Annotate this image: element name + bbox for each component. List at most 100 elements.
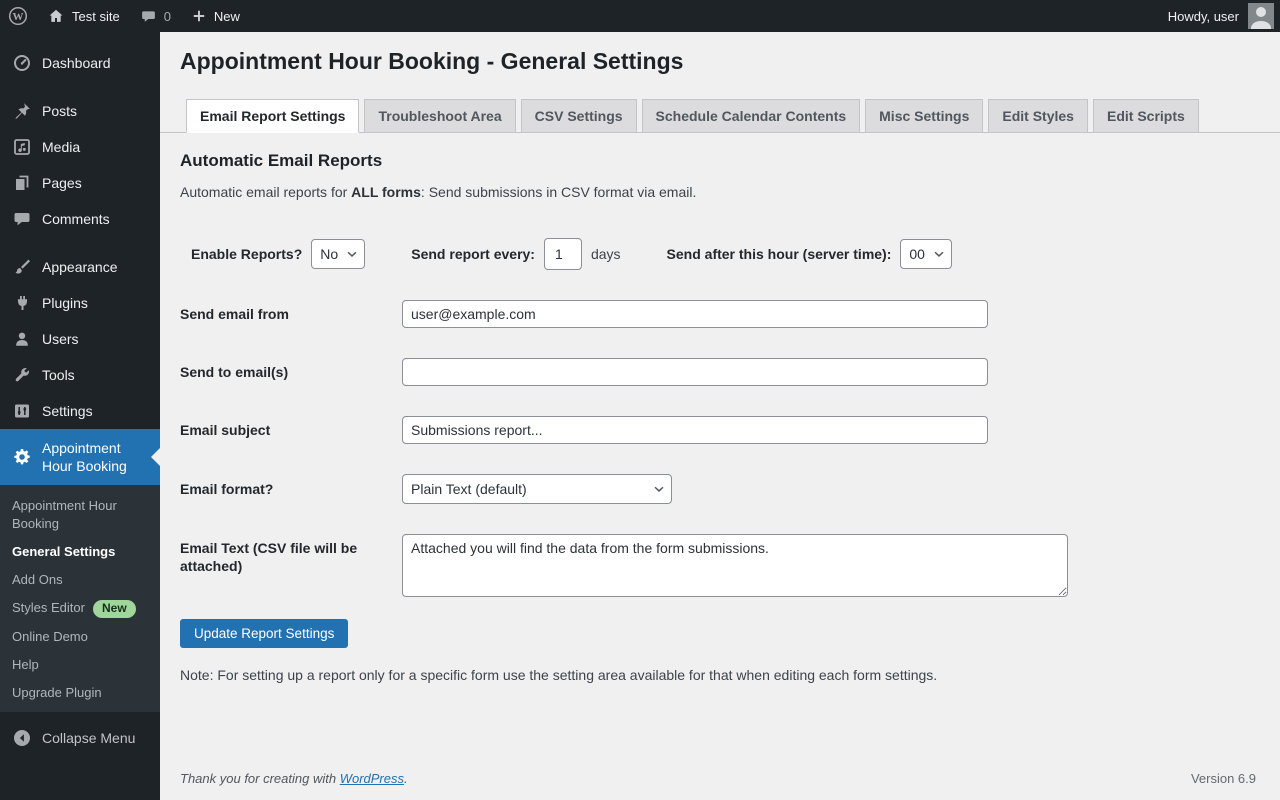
submenu-item-appointment-hour-booking[interactable]: Appointment Hour Booking: [0, 492, 160, 538]
send-to-emails-input[interactable]: [402, 358, 988, 386]
settings-icon: [12, 401, 32, 421]
sidebar-item-dashboard[interactable]: Dashboard: [0, 45, 160, 81]
sidebar-item-label: Settings: [42, 403, 93, 419]
tab-edit-styles[interactable]: Edit Styles: [988, 99, 1088, 132]
new-content-menu[interactable]: New: [181, 0, 250, 32]
sidebar-item-appointment-hour-booking[interactable]: Appointment Hour Booking: [0, 429, 160, 485]
tab-misc-settings[interactable]: Misc Settings: [865, 99, 984, 132]
gear-icon: [12, 447, 32, 467]
pin-icon: [12, 101, 32, 121]
days-unit-label: days: [590, 246, 621, 262]
sidebar-item-label: Media: [42, 139, 81, 155]
tab-csv-settings[interactable]: CSV Settings: [520, 99, 637, 132]
submenu-item-label: Styles Editor: [12, 600, 85, 615]
sidebar-item-posts[interactable]: Posts: [0, 93, 160, 129]
collapse-menu-label: Collapse Menu: [42, 730, 136, 746]
email-text-textarea[interactable]: Attached you will find the data from the…: [402, 534, 1068, 597]
comment-bubble-icon: [140, 8, 157, 25]
paintbrush-icon: [12, 257, 32, 277]
email-subject-label: Email subject: [180, 422, 271, 438]
content-area: Appointment Hour Booking - General Setti…: [160, 32, 1280, 800]
howdy-text: Howdy, user: [1167, 8, 1239, 24]
wrench-icon: [12, 365, 32, 385]
send-to-emails-row: Send to email(s): [180, 358, 1260, 386]
email-text-label: Email Text (CSV file will be attached): [180, 540, 358, 574]
sidebar-item-plugins[interactable]: Plugins: [0, 285, 160, 321]
tab-troubleshoot-area[interactable]: Troubleshoot Area: [364, 99, 516, 132]
footer-thanks: Thank you for creating with WordPress.: [180, 771, 408, 786]
email-subject-row: Email subject: [180, 416, 1260, 444]
comments-icon: [12, 209, 32, 229]
send-email-from-row: Send email from: [180, 300, 1260, 328]
sidebar-item-settings[interactable]: Settings: [0, 393, 160, 429]
submenu-item-upgrade-plugin[interactable]: Upgrade Plugin: [0, 679, 160, 707]
collapse-arrow-icon: [12, 728, 32, 748]
sidebar-item-appearance[interactable]: Appearance: [0, 249, 160, 285]
visit-site-link[interactable]: Test site: [37, 0, 130, 32]
report-controls-row: Enable Reports? No Send report every: da…: [191, 238, 1260, 270]
section-intro: Automatic email reports for ALL forms: S…: [180, 184, 697, 200]
send-hour-select[interactable]: 00: [900, 239, 953, 269]
sidebar-item-label: Tools: [42, 367, 75, 383]
email-format-row: Email format? Plain Text (default): [180, 474, 1260, 504]
comment-count: 0: [163, 8, 171, 24]
email-format-select[interactable]: Plain Text (default): [402, 474, 672, 504]
admin-bar: W Test site 0 New Howdy, user: [0, 0, 1280, 32]
submenu-item-add-ons[interactable]: Add Ons: [0, 566, 160, 594]
sidebar-item-label: Users: [42, 331, 79, 347]
sidebar-item-label: Pages: [42, 175, 82, 191]
update-report-settings-button[interactable]: Update Report Settings: [180, 619, 349, 648]
avatar: [1248, 3, 1274, 29]
sidebar-item-label: Appointment Hour Booking: [42, 440, 127, 474]
admin-bar-left: W Test site 0 New: [0, 0, 250, 32]
svg-text:W: W: [13, 11, 24, 23]
site-name: Test site: [72, 8, 120, 24]
email-format-label: Email format?: [180, 481, 274, 497]
sidebar-item-label: Plugins: [42, 295, 88, 311]
sidebar-item-label: Comments: [42, 211, 110, 227]
pages-icon: [12, 173, 32, 193]
wordpress-logo-icon[interactable]: W: [0, 0, 37, 32]
email-text-row: Email Text (CSV file will be attached) A…: [180, 534, 1260, 597]
sidebar-item-tools[interactable]: Tools: [0, 357, 160, 393]
tab-schedule-calendar-contents[interactable]: Schedule Calendar Contents: [641, 99, 861, 132]
new-badge: New: [92, 600, 136, 618]
sidebar-item-media[interactable]: Media: [0, 129, 160, 165]
submenu-item-general-settings[interactable]: General Settings: [0, 538, 160, 566]
settings-tabs: Email Report Settings Troubleshoot Area …: [160, 99, 1280, 133]
intro-bold: ALL forms: [351, 184, 421, 200]
new-label: New: [213, 8, 240, 24]
submenu-item-help[interactable]: Help: [0, 651, 160, 679]
settings-note: Note: For setting up a report only for a…: [180, 667, 938, 683]
send-every-input[interactable]: [543, 238, 582, 270]
dashboard-icon: [12, 53, 32, 73]
comments-bubble[interactable]: 0: [130, 0, 181, 32]
sidebar-item-label: Appearance: [42, 259, 118, 275]
send-every-label: Send report every:: [411, 246, 535, 262]
sidebar-item-users[interactable]: Users: [0, 321, 160, 357]
plus-icon: [191, 8, 207, 24]
wordpress-link[interactable]: WordPress: [340, 771, 404, 786]
email-subject-input[interactable]: [402, 416, 988, 444]
user-icon: [12, 329, 32, 349]
sidebar-item-label: Dashboard: [42, 55, 111, 71]
version-text: Version 6.9: [1190, 771, 1256, 786]
section-title: Automatic Email Reports: [180, 151, 383, 170]
send-to-emails-label: Send to email(s): [180, 364, 289, 380]
media-icon: [12, 137, 32, 157]
home-icon: [47, 7, 65, 25]
account-menu[interactable]: Howdy, user: [1168, 0, 1280, 32]
collapse-menu-button[interactable]: Collapse Menu: [0, 718, 160, 758]
send-email-from-input[interactable]: [402, 300, 988, 328]
tab-edit-scripts[interactable]: Edit Scripts: [1092, 99, 1199, 132]
enable-reports-select[interactable]: No: [311, 239, 366, 269]
submenu-item-styles-editor[interactable]: Styles Editor New: [0, 594, 160, 623]
admin-footer: Thank you for creating with WordPress. V…: [160, 771, 1280, 800]
sidebar-item-pages[interactable]: Pages: [0, 165, 160, 201]
send-email-from-label: Send email from: [180, 306, 289, 322]
submenu-item-online-demo[interactable]: Online Demo: [0, 623, 160, 651]
sidebar-item-label: Posts: [42, 103, 78, 119]
sidebar-item-comments[interactable]: Comments: [0, 201, 160, 237]
tab-email-report-settings[interactable]: Email Report Settings: [186, 99, 360, 133]
admin-sidebar: Dashboard Posts Media Pages Comments App…: [0, 32, 160, 800]
